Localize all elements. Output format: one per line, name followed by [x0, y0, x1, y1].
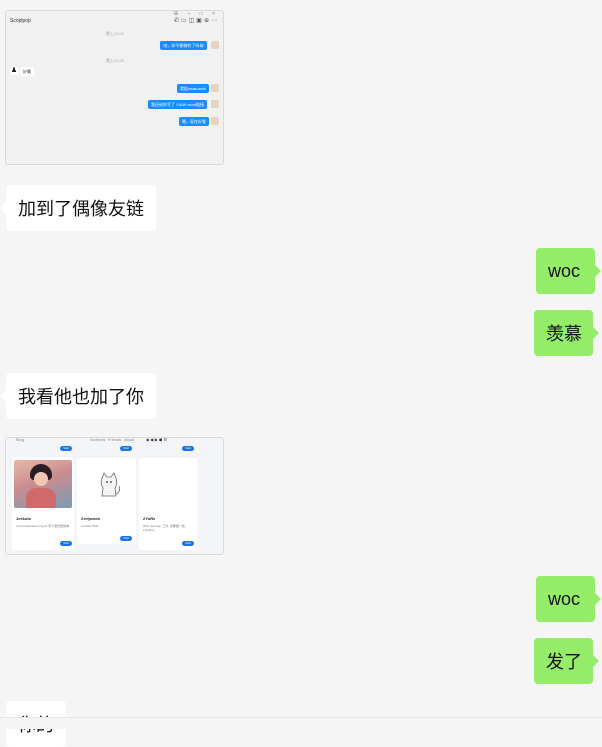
friend-description: A Front-Develop Crypto 离子量也很简单 — [16, 524, 70, 528]
friend-card: ZYoRe Web Security, 工作, 也要做一些, 1yb22x1 — [139, 458, 197, 550]
phone-icon: ✆ — [173, 18, 181, 24]
message-received[interactable]: 我看他也加了你 — [0, 373, 156, 419]
chat-toolbar: ✆▭◫▣⊕⋯ — [174, 17, 219, 24]
chat-screenshot-image[interactable]: Scoplpop ⊞ – □ × ✆▭◫▣⊕⋯ 晚上10:21 哈，你不都做的了… — [5, 10, 224, 165]
visit-button: Visit — [182, 446, 194, 451]
avatar — [211, 41, 219, 49]
visit-button: Visit — [182, 541, 194, 546]
friend-card: Zerfpeach Contact Web — [77, 458, 136, 544]
chat-message-sent: 我还给你写了 VIAW word链接 — [148, 100, 207, 109]
friend-card: Jeekuto A Front-Develop Crypto 离子量也很简单 — [12, 458, 74, 550]
chat-message-sent: 嗯，现在好看 — [179, 117, 209, 126]
visit-button: Visit — [120, 536, 132, 541]
message-sent[interactable]: 发了 — [534, 638, 599, 684]
avatar: ♟ — [10, 67, 18, 75]
site-title: Blog — [16, 437, 25, 442]
chat-timestamp: 晚上10:21 — [106, 31, 125, 36]
cat-sticker-image — [97, 472, 121, 503]
chat-bottom-edge — [0, 717, 602, 729]
friend-name: Zerfpeach — [81, 516, 101, 521]
friends-page-screenshot-image[interactable]: Blog Archives Friends About ◉ ◆ ▶ ◼ ☰ Vi… — [5, 437, 224, 555]
chat-message-sent: 哈，你不都做的了吗😂 — [160, 41, 207, 50]
message-sent[interactable]: 羡慕 — [534, 310, 599, 356]
image-icon: ▣ — [196, 18, 204, 24]
friend-description: Web Security, 工作, 也要做一些, 1yb22x1 — [143, 524, 186, 532]
nav-item: About — [124, 437, 135, 442]
chat-timestamp: 晚上10:25 — [106, 58, 125, 63]
social-icons: ◉ ◆ ▶ ◼ ☰ — [146, 437, 167, 442]
chat-message-received: 好嘞 — [20, 67, 34, 76]
message-received[interactable]: 加到了偶像友链 — [0, 185, 156, 231]
nav-item: Friends — [108, 437, 122, 442]
visit-button: Visit — [60, 446, 72, 451]
visit-button: Visit — [120, 446, 132, 451]
visit-button: Visit — [60, 541, 72, 546]
avatar — [211, 117, 219, 125]
friend-description: Contact Web — [81, 524, 99, 528]
friend-avatar-image — [14, 460, 72, 508]
nav-item: Archives — [90, 437, 106, 442]
add-icon: ⊕ — [203, 18, 211, 24]
chat-message-sent: 就挂zeakuanki — [176, 84, 209, 93]
message-sent[interactable]: woc — [536, 576, 601, 622]
chat-window-title: Scoplpop — [10, 18, 31, 24]
friend-name: Jeekuto — [16, 516, 32, 521]
avatar — [211, 100, 219, 108]
message-sent[interactable]: woc — [536, 248, 601, 294]
folder-icon: ▭ — [180, 18, 189, 24]
friend-name: ZYoRe — [143, 516, 156, 521]
avatar — [211, 84, 219, 92]
more-icon: ⋯ — [211, 18, 219, 24]
